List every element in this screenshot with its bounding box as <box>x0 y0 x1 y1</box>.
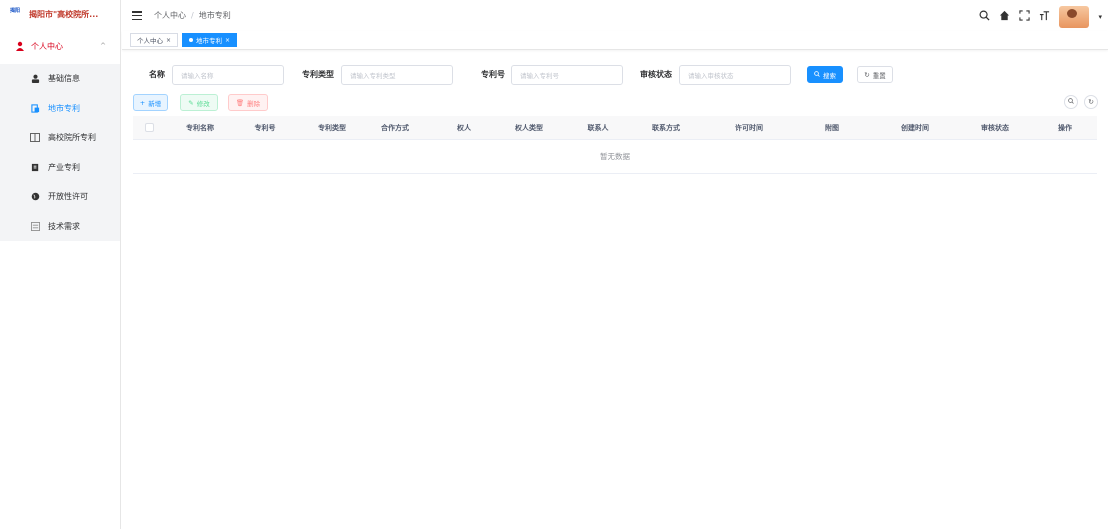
column-header: 审核状态 <box>981 124 1009 132</box>
font-size-icon[interactable] <box>1039 10 1050 24</box>
patent-number-placeholder: 请输入专利号 <box>520 72 559 80</box>
refresh-table-button[interactable]: ↻ <box>1084 95 1098 109</box>
active-dot-icon <box>189 38 194 42</box>
add-button[interactable]: + 新增 <box>133 94 168 111</box>
tag-personal-center[interactable]: 个人中心 × <box>130 33 179 47</box>
edit-button-label: 修改 <box>196 99 210 108</box>
name-placeholder: 请输入名称 <box>181 72 214 80</box>
table-header: 专利名称 专利号 专利类型 合作方式 权人 权人类型 联系人 联系方式 许可时间… <box>133 116 1097 140</box>
empty-text: 暂无数据 <box>600 152 630 161</box>
patent-type-label: 专利类型 <box>302 70 334 79</box>
home-icon[interactable] <box>999 10 1010 24</box>
search-icon <box>814 70 820 79</box>
book-icon <box>30 133 40 143</box>
reset-button-label: 重置 <box>872 71 886 80</box>
main-content: 个人中心 / 地市专利 ▾ 个人中心 × 地市专利 × 名称 请输入名称 专利类… <box>122 0 1108 529</box>
close-icon[interactable]: × <box>166 37 171 44</box>
search-icon <box>1068 98 1074 106</box>
breadcrumb-item-city-patent: 地市专利 <box>198 11 231 20</box>
column-header: 操作 <box>1058 124 1072 132</box>
sidebar-item-tech-demand[interactable]: 技术需求 <box>0 212 120 242</box>
sidebar-item-label: 技术需求 <box>48 221 80 231</box>
document-icon <box>30 103 40 113</box>
column-header: 联系人 <box>587 124 609 132</box>
app-title: 揭阳市"高校院所... <box>29 9 99 19</box>
review-status-input[interactable]: 请输入审核状态 <box>679 65 791 85</box>
column-header: 专利名称 <box>186 124 214 132</box>
empty-state: 暂无数据 <box>133 140 1097 174</box>
submenu: 基础信息 地市专利 高校院所专利 产业专利 开放性许可 技术需求 <box>0 64 120 241</box>
sidebar-item-label: 基础信息 <box>48 74 80 84</box>
factory-icon <box>30 162 40 172</box>
patent-table: 专利名称 专利号 专利类型 合作方式 权人 权人类型 联系人 联系方式 许可时间… <box>133 116 1097 174</box>
add-button-label: 新增 <box>148 99 162 108</box>
logo-row[interactable]: 揭阳 揭阳市"高校院所... <box>0 0 120 28</box>
edit-button[interactable]: ✎ 修改 <box>180 94 218 111</box>
sidebar-item-label: 高校院所专利 <box>48 133 96 143</box>
search-form: 名称 请输入名称 专利类型 请输入专利类型 专利号 请输入专利号 审核状态 请输… <box>122 65 1108 85</box>
sidebar-item-industry-patent[interactable]: 产业专利 <box>0 153 120 183</box>
review-status-placeholder: 请输入审核状态 <box>688 72 734 80</box>
refresh-icon: ↻ <box>864 70 870 79</box>
tag-label: 地市专利 <box>196 37 223 45</box>
review-status-label: 审核状态 <box>640 70 672 79</box>
column-header: 附图 <box>825 124 839 132</box>
column-header: 许可时间 <box>735 124 763 132</box>
list-icon <box>30 221 40 231</box>
patent-type-input[interactable]: 请输入专利类型 <box>341 65 453 85</box>
select-all-checkbox[interactable] <box>145 123 154 132</box>
breadcrumb: 个人中心 / 地市专利 <box>154 10 231 21</box>
logo-icon: 揭阳 <box>10 8 21 14</box>
sidebar-item-basic-info[interactable]: 基础信息 <box>0 64 120 94</box>
fullscreen-icon[interactable] <box>1019 10 1031 24</box>
caret-down-icon[interactable]: ▾ <box>1098 13 1102 21</box>
refresh-icon: ↻ <box>1088 98 1094 106</box>
sidebar-item-university-patent[interactable]: 高校院所专利 <box>0 123 120 153</box>
navbar-right: ▾ <box>979 6 1102 28</box>
sidebar-item-label: 开放性许可 <box>48 192 88 202</box>
tags-view: 个人中心 × 地市专利 × <box>122 31 1108 50</box>
column-header: 合作方式 <box>381 124 409 132</box>
delete-button-label: 删除 <box>247 99 261 108</box>
column-header: 权人类型 <box>515 124 543 132</box>
breadcrumb-item-personal-center[interactable]: 个人中心 <box>154 11 186 20</box>
toggle-search-button[interactable] <box>1064 95 1078 109</box>
plus-icon: + <box>139 98 146 107</box>
sidebar-item-open-license[interactable]: 开放性许可 <box>0 182 120 212</box>
globe-icon <box>30 192 40 202</box>
menu-personal-center[interactable]: 个人中心 ^ <box>0 28 120 64</box>
hamburger-icon[interactable] <box>132 11 142 20</box>
patent-number-label: 专利号 <box>481 70 505 79</box>
column-header: 专利号 <box>254 124 276 132</box>
column-header: 权人 <box>457 124 471 132</box>
trash-icon: 🗑 <box>235 98 245 107</box>
name-input[interactable]: 请输入名称 <box>172 65 284 85</box>
sidebar-item-label: 地市专利 <box>48 103 80 113</box>
search-icon[interactable] <box>979 10 991 24</box>
sidebar-item-label: 产业专利 <box>48 162 80 172</box>
column-header: 联系方式 <box>652 124 680 132</box>
patent-number-input[interactable]: 请输入专利号 <box>511 65 623 85</box>
navbar: 个人中心 / 地市专利 ▾ <box>122 0 1108 31</box>
tag-city-patent[interactable]: 地市专利 × <box>182 33 238 47</box>
search-button[interactable]: 搜索 <box>807 66 843 83</box>
chevron-up-icon: ^ <box>100 42 106 50</box>
user-icon <box>15 41 25 51</box>
delete-button[interactable]: 🗑 删除 <box>228 94 268 111</box>
breadcrumb-separator: / <box>191 11 194 20</box>
column-header: 创建时间 <box>901 124 929 132</box>
person-icon <box>30 74 40 84</box>
sidebar: 揭阳 揭阳市"高校院所... 个人中心 ^ 基础信息 地市专利 高校院所专利 产… <box>0 0 121 529</box>
reset-button[interactable]: ↻ 重置 <box>857 66 893 83</box>
close-icon[interactable]: × <box>225 37 230 44</box>
name-label: 名称 <box>149 70 165 79</box>
menu-personal-center-label: 个人中心 <box>31 41 63 51</box>
tag-label: 个人中心 <box>137 37 163 45</box>
avatar[interactable] <box>1059 6 1090 28</box>
column-header: 专利类型 <box>318 124 346 132</box>
edit-icon: ✎ <box>188 98 194 107</box>
sidebar-item-city-patent[interactable]: 地市专利 <box>0 94 120 124</box>
patent-type-placeholder: 请输入专利类型 <box>350 72 396 80</box>
search-button-label: 搜索 <box>823 71 836 80</box>
